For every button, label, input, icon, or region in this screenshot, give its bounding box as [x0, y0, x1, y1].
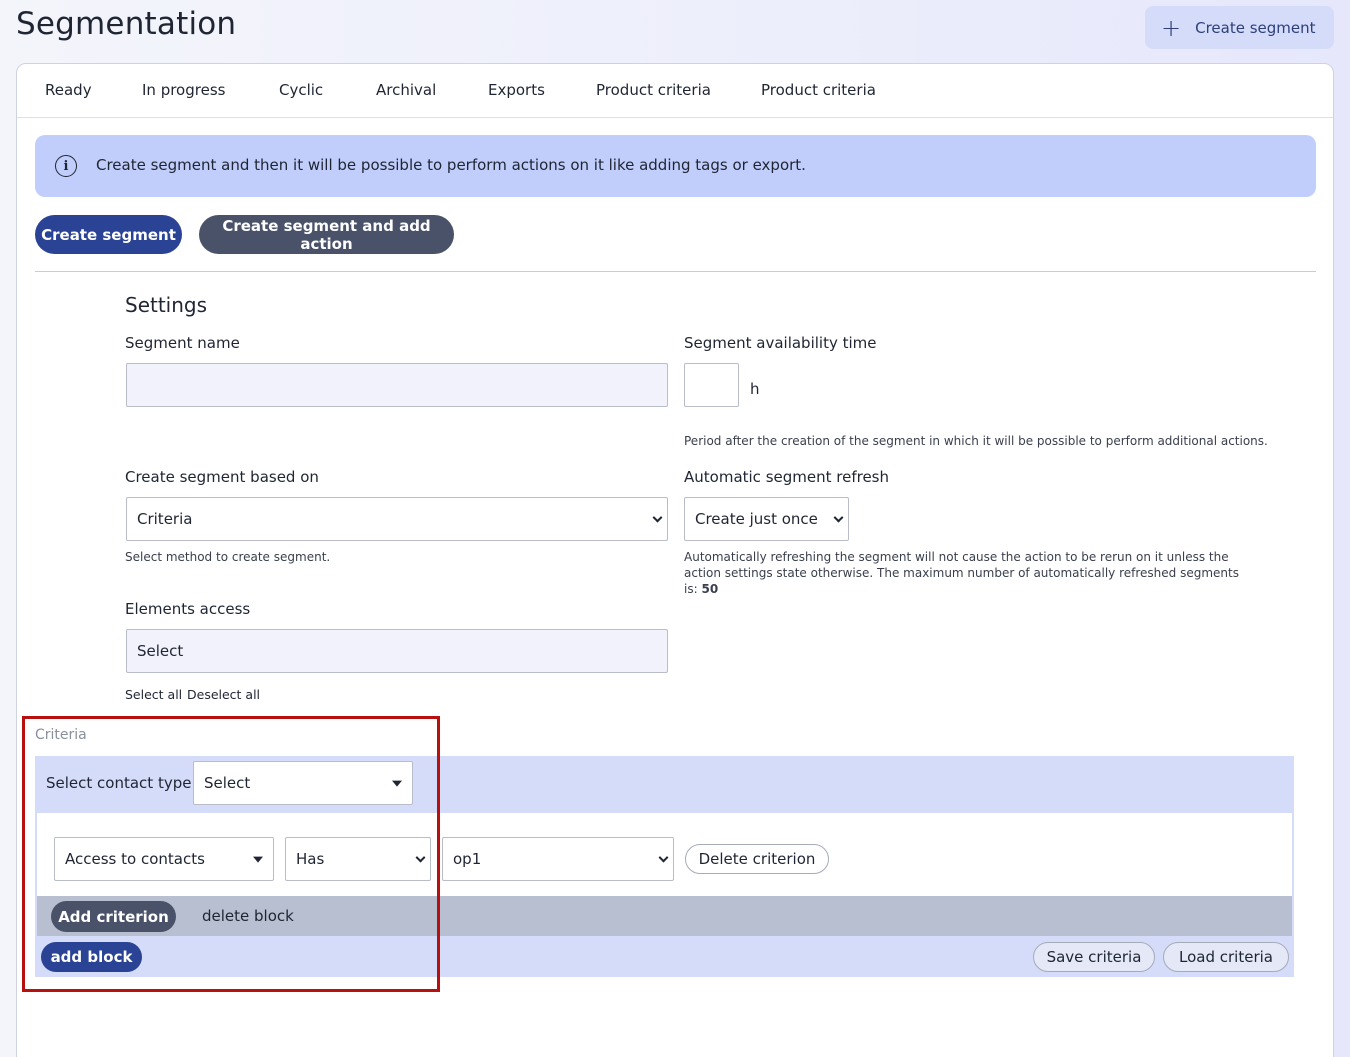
- page-title: Segmentation: [16, 6, 237, 42]
- availability-label: Segment availability time: [684, 334, 877, 352]
- criterion-field-select[interactable]: Access to contacts: [54, 837, 274, 881]
- delete-block-link[interactable]: delete block: [202, 907, 294, 925]
- load-criteria-button[interactable]: Load criteria: [1163, 942, 1289, 972]
- availability-unit: h: [750, 380, 760, 398]
- tab-bar: Ready In progress Cyclic Archival Export…: [17, 64, 1333, 118]
- criterion-value-select[interactable]: op1: [442, 837, 674, 881]
- segment-name-input[interactable]: [126, 363, 668, 407]
- divider: [35, 271, 1316, 272]
- tab-in-progress[interactable]: In progress: [142, 81, 225, 99]
- header-create-segment-label: Create segment: [1195, 18, 1316, 37]
- select-all-link[interactable]: Select all: [125, 687, 182, 702]
- refresh-value: Create just once: [695, 510, 818, 528]
- tab-exports[interactable]: Exports: [488, 81, 545, 99]
- add-block-button[interactable]: add block: [41, 942, 142, 972]
- refresh-hint-text: Automatically refreshing the segment wil…: [684, 550, 1239, 596]
- based-on-value: Criteria: [137, 510, 193, 528]
- create-segment-button[interactable]: Create segment: [35, 215, 182, 254]
- main-card: Ready In progress Cyclic Archival Export…: [16, 63, 1334, 1057]
- info-icon: i: [55, 155, 77, 177]
- delete-criterion-button[interactable]: Delete criterion: [685, 844, 829, 874]
- criterion-operator-value: Has: [296, 850, 325, 868]
- refresh-label: Automatic segment refresh: [684, 468, 889, 486]
- contact-type-value: Select: [204, 774, 251, 792]
- refresh-max-value: 50: [701, 582, 719, 596]
- info-banner: i Create segment and then it will be pos…: [35, 135, 1316, 197]
- refresh-hint: Automatically refreshing the segment wil…: [684, 549, 1244, 597]
- elements-access-label: Elements access: [125, 600, 251, 618]
- refresh-select[interactable]: Create just once: [684, 497, 849, 541]
- tab-product-criteria-2[interactable]: Product criteria: [761, 81, 876, 99]
- contact-type-select[interactable]: Select: [193, 761, 413, 805]
- based-on-hint: Select method to create segment.: [125, 550, 331, 564]
- chevron-down-icon: [415, 852, 426, 863]
- based-on-select[interactable]: Criteria: [126, 497, 668, 541]
- tab-product-criteria[interactable]: Product criteria: [596, 81, 711, 99]
- elements-access-select[interactable]: Select: [126, 629, 668, 673]
- create-segment-add-action-button[interactable]: Create segment and add action: [199, 215, 454, 254]
- settings-title: Settings: [125, 293, 208, 317]
- chevron-down-icon: [833, 512, 844, 523]
- criterion-operator-select[interactable]: Has: [285, 837, 431, 881]
- criterion-value-value: op1: [453, 850, 482, 868]
- save-criteria-button[interactable]: Save criteria: [1033, 942, 1155, 972]
- based-on-label: Create segment based on: [125, 468, 319, 486]
- availability-input[interactable]: [684, 363, 739, 407]
- chevron-down-icon: [658, 852, 669, 863]
- elements-access-value: Select: [137, 642, 184, 660]
- segment-name-label: Segment name: [125, 334, 240, 352]
- contact-type-label: Select contact type: [46, 774, 192, 792]
- availability-hint: Period after the creation of the segment…: [684, 434, 1268, 448]
- caret-down-icon: [253, 856, 263, 863]
- tab-archival[interactable]: Archival: [376, 81, 436, 99]
- info-text: Create segment and then it will be possi…: [96, 156, 806, 174]
- header-create-segment-button[interactable]: + Create segment: [1145, 6, 1334, 49]
- criterion-field-value: Access to contacts: [65, 850, 205, 868]
- plus-icon: +: [1161, 13, 1182, 42]
- add-criterion-button[interactable]: Add criterion: [51, 901, 176, 932]
- deselect-all-link[interactable]: Deselect all: [187, 687, 260, 702]
- caret-down-icon: [392, 780, 402, 787]
- chevron-down-icon: [652, 512, 663, 523]
- criteria-legend: Criteria: [35, 727, 87, 743]
- tab-cyclic[interactable]: Cyclic: [279, 81, 323, 99]
- tab-ready[interactable]: Ready: [45, 81, 92, 99]
